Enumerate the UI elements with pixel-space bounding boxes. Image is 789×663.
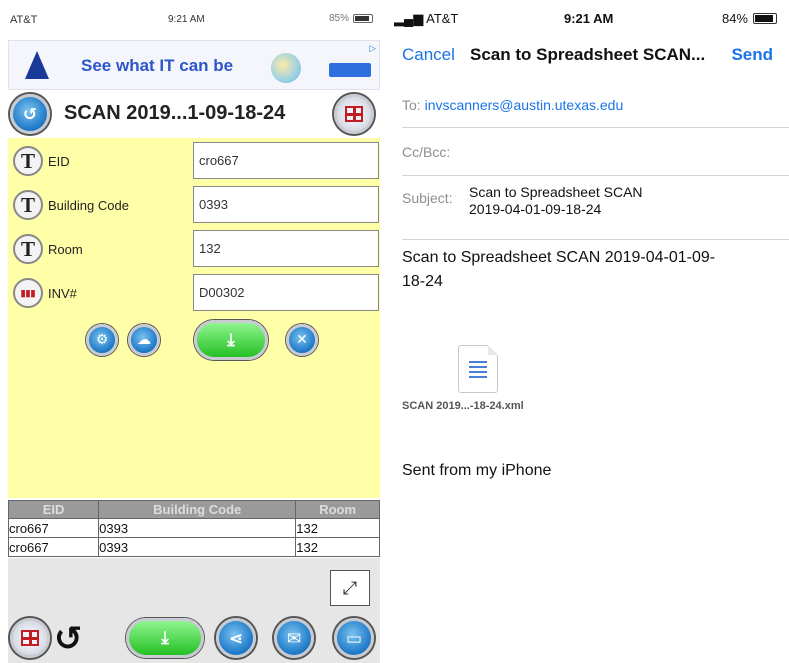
table-row[interactable]: cro667 0393 132	[7, 537, 380, 557]
field-label: INV#	[48, 286, 77, 301]
text-field-icon[interactable]: T	[13, 146, 43, 176]
field-row-building-code: T Building Code 0393	[8, 184, 380, 224]
settings-button[interactable]: ⚙	[86, 324, 118, 356]
cross-flag-icon	[21, 630, 39, 646]
eid-input[interactable]: cro667	[193, 142, 379, 179]
share-button[interactable]: ⋖	[216, 618, 256, 658]
signal-icon: ▂▄▆	[394, 11, 427, 26]
cross-flag-icon	[345, 106, 363, 122]
monitor-button[interactable]: ▭	[334, 618, 374, 658]
column-header[interactable]: Room	[295, 500, 380, 519]
field-row-eid: T EID cro667	[8, 140, 380, 180]
table-cell: 0393	[98, 537, 297, 557]
carrier-label: AT&T	[10, 14, 38, 26]
xml-file-icon[interactable]	[458, 345, 498, 393]
cloud-icon: ☁	[137, 331, 151, 347]
ad-globe-icon	[271, 53, 301, 83]
battery-indicator: 84%	[722, 11, 777, 26]
export-button[interactable]: ⤓	[126, 618, 204, 658]
ad-cta-button[interactable]	[329, 63, 371, 77]
back-button[interactable]: ↺	[10, 94, 50, 134]
recipient-address[interactable]: invscanners@austin.utexas.edu	[425, 97, 624, 113]
subject-line: Scan to Spreadsheet SCAN	[469, 184, 643, 200]
carrier-label: ▂▄▆ AT&T	[394, 11, 458, 27]
back-arrow-icon: ↺	[22, 105, 38, 124]
envelope-icon: ✉	[286, 629, 302, 648]
room-input[interactable]: 132	[193, 230, 379, 267]
subject-line: 2019-04-01-09-18-24	[469, 201, 602, 217]
field-row-room: T Room 132	[8, 228, 380, 268]
attachment-filename[interactable]: SCAN 2019...-18-24.xml	[402, 400, 524, 412]
save-scan-button[interactable]: ⤓	[194, 320, 268, 360]
cloud-button[interactable]: ☁	[128, 324, 160, 356]
column-header[interactable]: Building Code	[98, 500, 297, 519]
status-time: 9:21 AM	[168, 14, 205, 25]
battery-icon	[353, 14, 373, 23]
body-line: Scan to Spreadsheet SCAN 2019-04-01-09-	[402, 249, 716, 266]
body-line: 18-24	[402, 273, 443, 290]
to-row[interactable]: To: invscanners@austin.utexas.edu	[402, 84, 789, 128]
inv-input[interactable]: D00302	[193, 274, 379, 311]
download-icon: ⤓	[227, 330, 235, 349]
cc-bcc-label: Cc/Bcc:	[402, 144, 451, 160]
cancel-button[interactable]: Cancel	[402, 45, 455, 65]
table-cell: 0393	[98, 518, 297, 538]
subject-label: Subject:	[402, 190, 453, 206]
status-bar: ▂▄▆ AT&T 9:21 AM 84%	[392, 0, 789, 34]
field-label: Room	[48, 242, 83, 257]
gear-icon: ⚙	[95, 331, 109, 347]
status-bar: AT&T 9:21 AM 85%	[0, 0, 383, 36]
battery-percent: 84%	[721, 11, 748, 26]
column-header[interactable]: EID	[7, 500, 100, 519]
subject-field[interactable]: Scan to Spreadsheet SCAN 2019-04-01-09-1…	[469, 184, 643, 218]
table-cell: cro667	[7, 537, 100, 557]
ad-logo-icon	[25, 51, 49, 79]
text-field-icon[interactable]: T	[13, 234, 43, 264]
monitor-icon: ▭	[345, 629, 363, 648]
mail-compose-screen: ▂▄▆ AT&T 9:21 AM 84% Cancel Scan to Spre…	[392, 0, 789, 663]
battery-icon	[753, 13, 777, 24]
scan-form: T EID cro667 T Building Code 0393 T Room…	[8, 138, 380, 498]
ad-choices-icon[interactable]: ▷	[369, 43, 376, 54]
field-row-inv: ▮▮▮ INV# D00302	[8, 272, 380, 312]
field-label: EID	[48, 154, 70, 169]
undo-icon[interactable]: ↺	[54, 620, 83, 658]
cc-bcc-row[interactable]: Cc/Bcc:	[402, 128, 789, 176]
send-button[interactable]: Send	[731, 45, 773, 65]
status-time: 9:21 AM	[564, 11, 614, 26]
table-cell: 132	[295, 518, 380, 538]
clear-button[interactable]: ✕	[286, 324, 318, 356]
email-button[interactable]: ✉	[274, 618, 314, 658]
text-field-icon[interactable]: T	[13, 190, 43, 220]
share-icon: ⋖	[228, 629, 244, 648]
flag-button-bottom[interactable]	[10, 618, 50, 658]
table-row[interactable]: cro667 0393 132	[7, 518, 380, 538]
ad-banner[interactable]: See what IT can be ▷	[8, 40, 380, 90]
battery-indicator: 85%	[329, 13, 373, 24]
scan-title: SCAN 2019...1-09-18-24	[64, 102, 286, 124]
expand-button[interactable]: ⤢	[330, 570, 370, 606]
subject-row[interactable]: Subject: Scan to Spreadsheet SCAN 2019-0…	[402, 176, 789, 240]
table-cell: 132	[295, 537, 380, 557]
compose-nav-bar: Cancel Scan to Spreadsheet SCAN... Send	[392, 36, 789, 76]
compose-title: Scan to Spreadsheet SCAN...	[470, 45, 706, 64]
download-icon: ⤓	[161, 628, 169, 647]
close-icon: ✕	[296, 331, 308, 347]
building-code-input[interactable]: 0393	[193, 186, 379, 223]
message-body[interactable]: Scan to Spreadsheet SCAN 2019-04-01-09- …	[402, 246, 782, 294]
scanner-app-screen: AT&T 9:21 AM 85% See what IT can be ▷ ↺ …	[0, 0, 383, 663]
flag-button[interactable]	[334, 94, 374, 134]
barcode-icon[interactable]: ▮▮▮	[13, 278, 43, 308]
carrier-name: AT&T	[426, 11, 459, 26]
field-label: Building Code	[48, 198, 129, 213]
scan-table: EID Building Code Room cro667 0393 132 c…	[7, 500, 380, 557]
table-cell: cro667	[7, 518, 100, 538]
table-header-row: EID Building Code Room	[7, 500, 380, 519]
battery-percent: 85%	[328, 13, 349, 24]
ad-text: See what IT can be	[81, 56, 234, 75]
to-label: To:	[402, 97, 421, 113]
email-signature: Sent from my iPhone	[402, 462, 552, 479]
